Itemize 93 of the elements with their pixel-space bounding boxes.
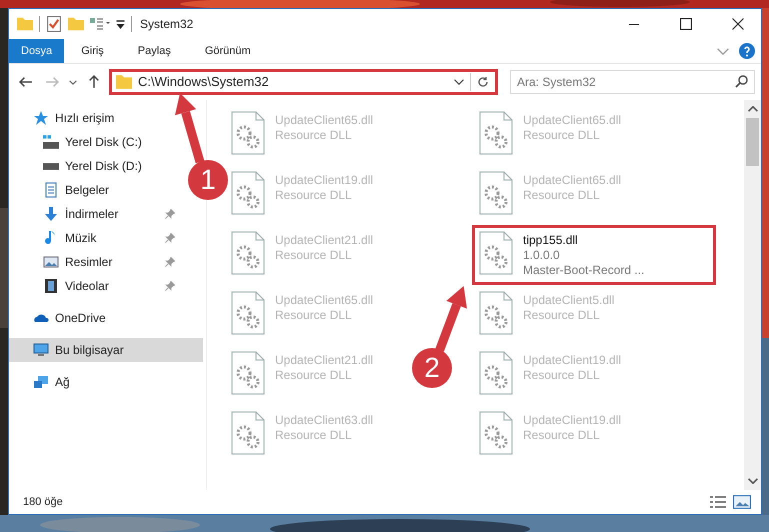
drive-icon	[43, 162, 59, 170]
forward-arrow-icon	[45, 75, 59, 89]
close-icon	[732, 18, 744, 30]
file-detail: Resource DLL	[275, 368, 353, 382]
pin-icon[interactable]	[165, 209, 175, 219]
nav-item[interactable]: Bu bilgisayar	[9, 338, 203, 362]
gear-file-icon	[479, 291, 513, 335]
refresh-icon[interactable]	[477, 76, 489, 88]
file-menu-button[interactable]: Dosya	[9, 39, 64, 63]
gear-file-icon	[479, 171, 513, 215]
file-name: UpdateClient65.dll	[523, 113, 622, 127]
arrow	[435, 286, 468, 352]
film-icon	[43, 278, 59, 294]
details-view-icon[interactable]	[709, 495, 727, 509]
nav-item[interactable]: Yerel Disk (C:)	[9, 130, 181, 154]
file-detail: Resource DLL	[523, 188, 601, 202]
file-detail: Resource DLL	[275, 188, 353, 202]
gear-file-icon	[231, 111, 265, 155]
drive-icon	[43, 134, 59, 150]
gear-file-icon	[479, 411, 513, 455]
caret-icon	[69, 80, 77, 84]
gear-file-icon	[231, 351, 265, 395]
file-name: UpdateClient65.dll	[275, 113, 374, 127]
maximize-icon	[680, 18, 692, 30]
view-options-icon[interactable]	[90, 18, 110, 30]
file-detail: Resource DLL	[523, 368, 601, 382]
file-detail: 1.0.0.0	[523, 248, 561, 262]
scroll-up-icon[interactable]	[748, 106, 758, 112]
download-icon	[43, 206, 59, 222]
file-detail: Resource DLL	[275, 248, 353, 262]
document-icon	[43, 182, 59, 198]
file-name: UpdateClient19.dll	[523, 413, 622, 427]
file-name: UpdateClient63.dll	[275, 413, 374, 427]
file-detail: Resource DLL	[523, 428, 601, 442]
up-arrow-icon	[87, 75, 101, 89]
gear-file-icon	[231, 171, 265, 215]
folder-icon	[116, 75, 132, 89]
gear-file-icon	[479, 231, 513, 275]
pictures-icon	[43, 254, 59, 270]
gear-file-icon	[231, 231, 265, 275]
network-icon	[33, 374, 49, 390]
scrollbar[interactable]	[744, 100, 761, 490]
pin-icon[interactable]	[165, 281, 175, 291]
file-name: UpdateClient21.dll	[275, 353, 374, 367]
file-detail: Resource DLL	[275, 308, 353, 322]
ribbon-tab[interactable]: Görünüm	[188, 39, 268, 63]
file-name: UpdateClient65.dll	[523, 173, 622, 187]
nav-item[interactable]: Ağ	[9, 370, 181, 394]
monitor-icon	[33, 342, 49, 358]
item-count: 180 öğe	[23, 496, 64, 508]
nav-item[interactable]: Videolar	[9, 274, 181, 298]
nav-item[interactable]: Resimler	[9, 250, 181, 274]
gear-file-icon	[231, 411, 265, 455]
scroll-down-icon[interactable]	[748, 478, 758, 484]
address-field[interactable]: C:\Windows\System32	[109, 69, 498, 95]
nav-item[interactable]: Hızlı erişim	[9, 106, 181, 130]
customize-toolbar-icon[interactable]	[116, 20, 125, 28]
file-name: UpdateClient19.dll	[275, 173, 374, 187]
file-name: UpdateClient19.dll	[523, 353, 622, 367]
properties-icon[interactable]	[46, 16, 62, 32]
file-name: UpdateClient21.dll	[275, 233, 374, 247]
help-icon[interactable]	[739, 43, 755, 59]
scrollbar-thumb[interactable]	[746, 118, 759, 166]
search-field[interactable]: Ara: System32	[510, 70, 755, 94]
file-name: UpdateClient65.dll	[275, 293, 374, 307]
nav-item[interactable]: Müzik	[9, 226, 181, 250]
ribbon-tab[interactable]: Paylaş	[120, 39, 188, 63]
gear-file-icon	[231, 291, 265, 335]
pin-icon[interactable]	[165, 257, 175, 267]
ribbon-tab[interactable]: Giriş	[64, 39, 121, 63]
file-item[interactable]: tipp155.dll 1.0.0.0 Master-Boot-Record ...	[475, 228, 713, 282]
nav-item[interactable]: Belgeler	[9, 178, 181, 202]
gear-file-icon	[479, 111, 513, 155]
file-detail: Resource DLL	[275, 128, 353, 142]
nav-item[interactable]: İndirmeler	[9, 202, 181, 226]
file-name: tipp155.dll	[523, 233, 579, 247]
file-detail: Resource DLL	[523, 308, 601, 322]
gear-file-icon	[479, 351, 513, 395]
pin-icon[interactable]	[165, 233, 175, 243]
star-icon	[33, 110, 49, 126]
nav-item[interactable]: OneDrive	[9, 306, 181, 330]
caret-icon[interactable]	[454, 79, 464, 85]
file-detail: Resource DLL	[275, 428, 353, 442]
file-detail: Master-Boot-Record ...	[523, 263, 644, 277]
arrow	[175, 93, 205, 164]
expand-ribbon-icon[interactable]	[717, 48, 729, 54]
large-icons-view-icon[interactable]	[733, 495, 751, 509]
file-detail: Resource DLL	[523, 128, 601, 142]
window-title: System32	[140, 17, 194, 31]
search-icon[interactable]	[735, 75, 748, 88]
nav-item[interactable]: Yerel Disk (D:)	[9, 154, 181, 178]
file-name: UpdateClient5.dll	[523, 293, 614, 307]
back-arrow-icon	[19, 75, 33, 89]
